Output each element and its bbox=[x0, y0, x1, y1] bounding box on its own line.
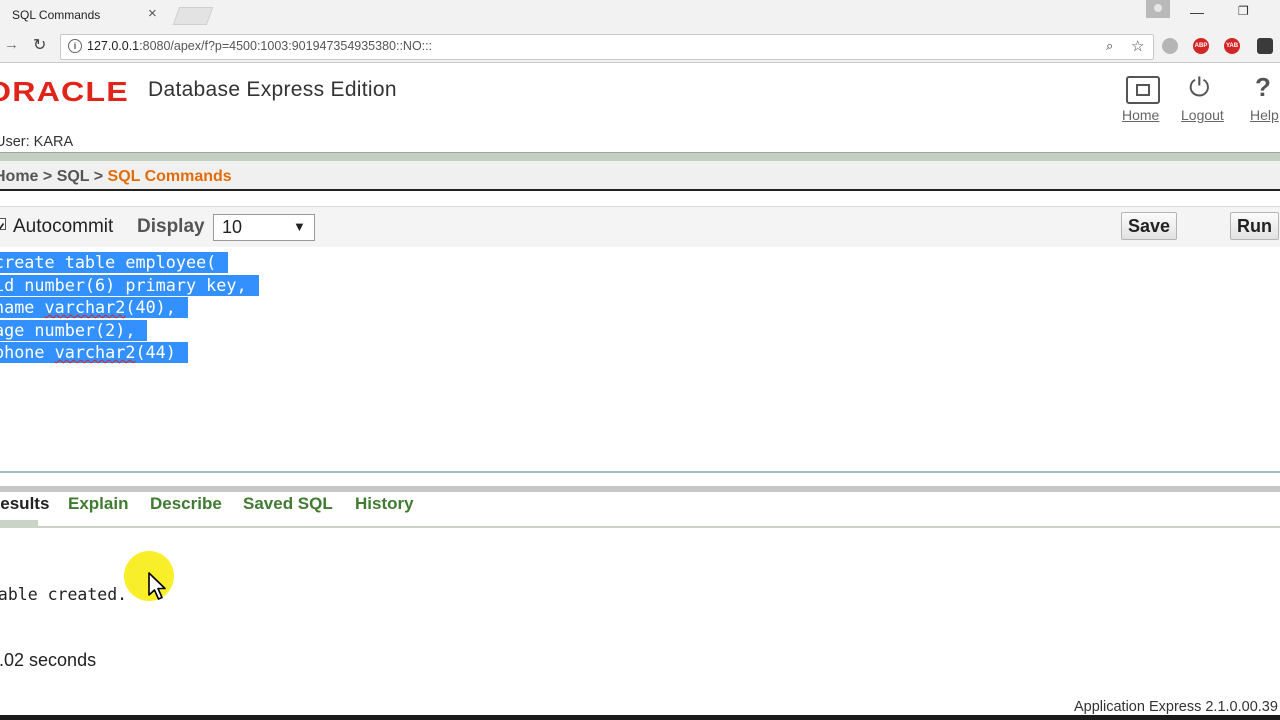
home-link[interactable]: Home bbox=[1122, 107, 1159, 123]
sql-text: phone bbox=[0, 342, 55, 362]
sql-text: create table employee( bbox=[0, 252, 217, 272]
sql-line[interactable]: create table employee( bbox=[0, 252, 229, 273]
zoom-icon[interactable]: ⌕ bbox=[1106, 38, 1113, 54]
yab-extension-icon[interactable]: YAB bbox=[1224, 38, 1240, 54]
display-rows-value: 10 bbox=[222, 217, 243, 237]
help-link[interactable]: Help bbox=[1250, 107, 1279, 123]
profile-icon[interactable] bbox=[1146, 0, 1170, 18]
display-label: Display bbox=[137, 216, 205, 237]
sql-text: age number(2), bbox=[0, 320, 136, 340]
adblock-extension-icon[interactable]: ABP bbox=[1193, 38, 1209, 54]
home-icon[interactable] bbox=[1126, 76, 1160, 104]
extension-badge-icon[interactable] bbox=[1257, 38, 1273, 54]
help-question-icon[interactable]: ? bbox=[1255, 72, 1271, 103]
breadcrumb-home[interactable]: Home bbox=[0, 168, 38, 185]
footer-version: Application Express 2.1.0.00.39 bbox=[1074, 699, 1278, 715]
sql-text: (40), bbox=[125, 297, 176, 317]
new-tab-button[interactable] bbox=[172, 7, 214, 25]
sql-text: name bbox=[0, 297, 35, 317]
sql-line[interactable]: name varchar2(40), bbox=[0, 297, 188, 318]
url-path: :8080/apex/f?p=4500:1003:901947354935380… bbox=[139, 39, 433, 53]
restore-window-icon[interactable]: ❐ bbox=[1238, 4, 1249, 18]
tab-saved-sql[interactable]: Saved SQL bbox=[243, 494, 333, 514]
close-tab-icon[interactable]: × bbox=[148, 5, 157, 22]
tab-explain[interactable]: Explain bbox=[68, 494, 128, 514]
sql-line[interactable]: age number(2), bbox=[0, 320, 148, 341]
active-tab-indicator bbox=[0, 520, 38, 526]
spellcheck-word: varchar2 bbox=[54, 342, 136, 362]
sql-line[interactable]: phone varchar2(44) bbox=[0, 342, 188, 363]
tab-results[interactable]: Results bbox=[0, 494, 49, 514]
autocommit-checkbox[interactable] bbox=[0, 218, 6, 230]
dropdown-arrow-icon: ▼ bbox=[293, 219, 306, 234]
url-text[interactable]: 127.0.0.1:8080/apex/f?p=4500:1003:901947… bbox=[87, 39, 432, 53]
reload-icon[interactable]: ↻ bbox=[33, 35, 46, 55]
bookmark-star-icon[interactable]: ☆ bbox=[1131, 37, 1144, 55]
bottom-edge bbox=[0, 715, 1280, 720]
autocommit-label[interactable]: Autocommit bbox=[13, 216, 113, 238]
breadcrumb-separator: > bbox=[38, 168, 57, 185]
logout-power-icon[interactable]: ⏻ bbox=[1189, 72, 1210, 104]
breadcrumb-sql[interactable]: SQL bbox=[57, 168, 90, 185]
tab-describe[interactable]: Describe bbox=[150, 494, 222, 514]
browser-tab-title: SQL Commands bbox=[12, 8, 101, 22]
url-host: 127.0.0.1 bbox=[87, 39, 140, 53]
run-button[interactable]: Run bbox=[1230, 212, 1279, 240]
extension-icon[interactable] bbox=[1162, 38, 1178, 54]
sql-line[interactable]: id number(6) primary key, bbox=[0, 275, 259, 296]
mouse-pointer-icon bbox=[147, 571, 169, 606]
oracle-logo: ORACLE bbox=[0, 76, 129, 107]
minimize-window-icon[interactable]: — bbox=[1190, 4, 1204, 20]
spellcheck-word: varchar2 bbox=[44, 297, 126, 317]
breadcrumb-current: SQL Commands bbox=[107, 168, 232, 185]
breadcrumb-separator: > bbox=[89, 168, 108, 185]
current-user-label: User: KARA bbox=[0, 134, 74, 150]
tab-history[interactable]: History bbox=[355, 494, 414, 514]
elapsed-time: 0.02 seconds bbox=[0, 650, 97, 670]
site-info-icon[interactable]: i bbox=[68, 39, 82, 53]
logout-link[interactable]: Logout bbox=[1181, 107, 1224, 123]
forward-arrow-icon[interactable]: → bbox=[4, 36, 19, 53]
save-button[interactable]: Save bbox=[1121, 212, 1178, 240]
breadcrumb: Home > SQL > SQL Commands bbox=[0, 168, 232, 186]
sql-text: (44) bbox=[135, 342, 176, 362]
result-message: Table created. bbox=[0, 585, 128, 604]
sql-text: id number(6) primary key, bbox=[0, 275, 247, 295]
product-name: Database Express Edition bbox=[148, 78, 397, 101]
